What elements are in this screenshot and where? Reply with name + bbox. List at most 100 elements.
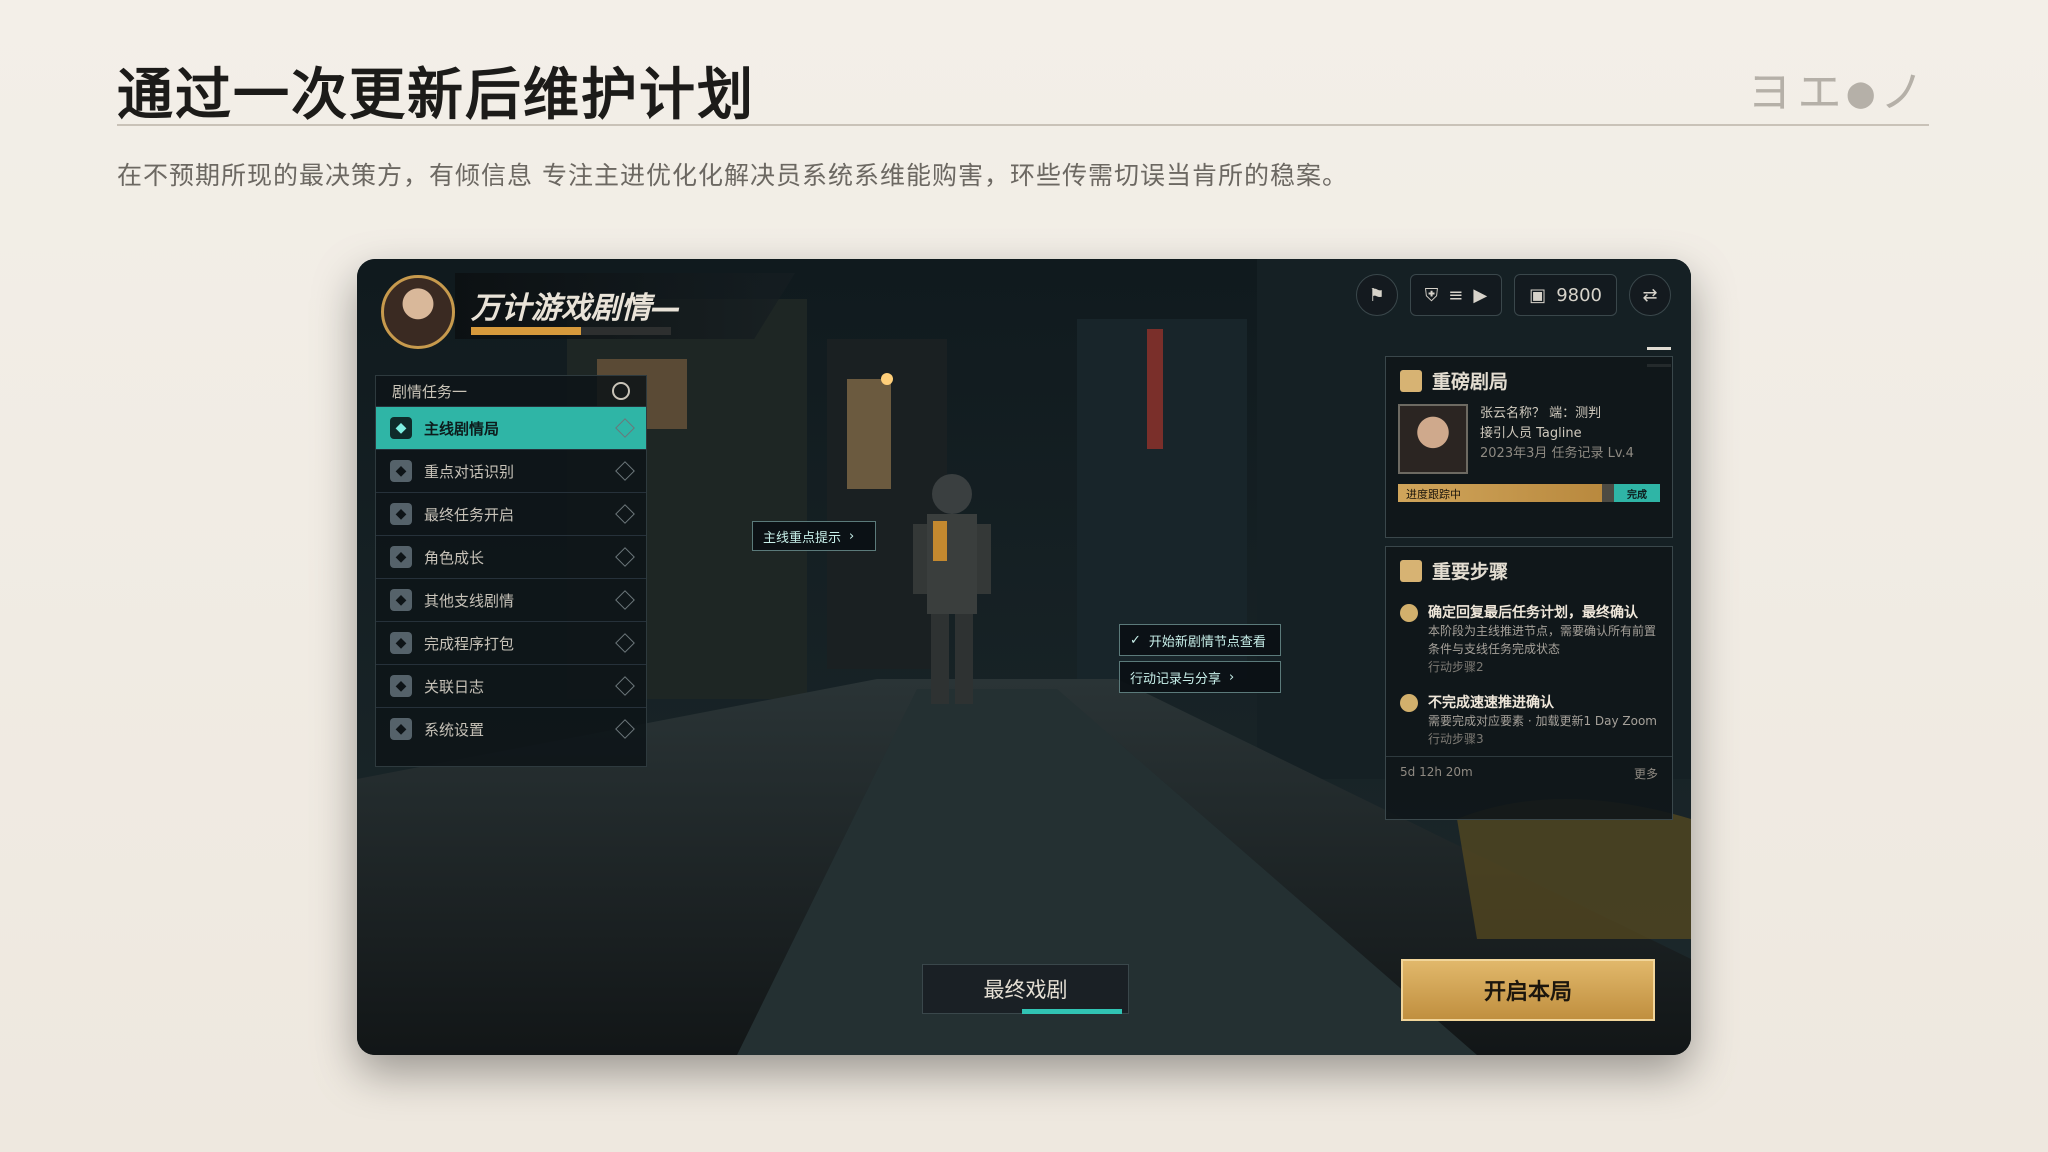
- map-icon: ◆: [390, 589, 412, 611]
- npc-name: 张云名称？ 端：测判: [1480, 406, 1602, 421]
- quest-panel-title-text: 重磅剧局: [1432, 371, 1509, 393]
- quest-node-label: 开始新剧情节点查看: [1148, 634, 1266, 650]
- quest-menu: 剧情任务一 ◆ 主线剧情局 ◆ 重点对话识别 ◆ 最终任务开启 ◆ 角色成长 ◆ 其他支线剧情 ◆ 完…: [375, 375, 647, 767]
- npc-meta: 张云名称？ 端：测判 接引人员 Tagline 2023年3月 任务记录 Lv.…: [1480, 404, 1634, 474]
- menu-item-label: 角色成长: [424, 548, 485, 567]
- top-right-hud: ⚑ ⛨ ≡ ▶ ▣ 9800 ⇄: [1355, 274, 1671, 316]
- quest-panel-title: 重磅剧局: [1386, 357, 1672, 404]
- player-name: 万计游戏剧情—: [471, 291, 681, 326]
- quest-node-tooltip[interactable]: ✓ 开始新剧情节点查看: [1119, 624, 1281, 656]
- diamond-icon: [615, 547, 635, 567]
- scroll-icon: [1400, 369, 1422, 392]
- page-indicator: ヨエ●ノ: [1747, 67, 1930, 118]
- slide-subtitle: 在不预期所现的最决策方，有倾信息 专注主进优化化解决员系统系维能购害，环些传需切…: [117, 161, 1348, 190]
- menu-item[interactable]: ◆ 系统设置: [376, 707, 646, 750]
- bottom-tab[interactable]: 最终戏剧: [922, 964, 1129, 1014]
- menu-item-label: 主线剧情局: [424, 419, 500, 438]
- currency-chip[interactable]: ▣ 9800: [1514, 274, 1617, 316]
- step-detail: 需要完成对应要素 · 加载更新1 Day Zoom: [1428, 714, 1657, 728]
- title-divider: [117, 124, 1929, 126]
- diamond-icon: [615, 504, 635, 524]
- faction-emblem-icon[interactable]: ⚑: [1355, 274, 1398, 316]
- book-icon: ◆: [390, 417, 412, 439]
- currency-value: 9800: [1556, 284, 1602, 306]
- diamond-icon: [615, 590, 635, 610]
- settings-icon: ◆: [390, 718, 412, 740]
- quest-menu-title: 剧情任务一: [392, 382, 468, 401]
- arrow-icon: ›: [849, 528, 855, 544]
- game-screenshot: 万计游戏剧情— ⚑ ⛨ ≡ ▶ ▣ 9800 ⇄ 剧情任务一 ◆ 主线剧情局 ◆…: [357, 259, 1691, 1055]
- step-check-icon: [1400, 694, 1418, 712]
- chat-icon: ◆: [390, 460, 412, 482]
- menu-item[interactable]: ◆ 重点对话识别: [376, 449, 646, 492]
- menu-item[interactable]: ◆ 完成程序打包: [376, 621, 646, 664]
- step-meta: 行动步骤3: [1428, 732, 1484, 746]
- quest-menu-header: 剧情任务一: [376, 376, 646, 406]
- menu-item-label: 关联日志: [424, 677, 485, 696]
- npc-portrait: [1398, 404, 1468, 474]
- step-meta: 行动步骤2: [1428, 660, 1484, 674]
- npc-role: 接引人员 Tagline: [1480, 426, 1582, 441]
- mail-icon: ◆: [390, 675, 412, 697]
- player-avatar[interactable]: [381, 275, 455, 349]
- status-chip[interactable]: ⛨ ≡ ▶: [1409, 274, 1503, 316]
- step-title: 不完成速速推进确认: [1428, 695, 1554, 711]
- slide-title: 通过一次更新后维护计划: [117, 63, 755, 128]
- play-icon: ▶: [1473, 284, 1488, 306]
- diamond-icon: [615, 461, 635, 481]
- step-item[interactable]: 不完成速速推进确认需要完成对应要素 · 加载更新1 Day Zoom 行动步骤3: [1386, 684, 1672, 756]
- step-body: 不完成速速推进确认需要完成对应要素 · 加载更新1 Day Zoom 行动步骤3: [1428, 692, 1657, 748]
- step-check-icon: [1400, 604, 1418, 622]
- menu-item[interactable]: ◆ 关联日志: [376, 664, 646, 707]
- action-log-label: 行动记录与分享: [1130, 671, 1222, 687]
- slide: 通过一次更新后维护计划 ヨエ●ノ 在不预期所现的最决策方，有倾信息 专注主进优化…: [0, 0, 2048, 1152]
- person-icon: ◆: [390, 546, 412, 568]
- timer-text: 5d 12h 20m: [1400, 765, 1473, 779]
- steps-title-text: 重要步骤: [1432, 561, 1509, 583]
- player-hud: 万计游戏剧情—: [367, 267, 1067, 349]
- menu-item[interactable]: ◆ 角色成长: [376, 535, 646, 578]
- quest-progress-label: 进度跟踪中: [1406, 488, 1461, 501]
- menu-item-label: 重点对话识别: [424, 462, 515, 481]
- arrow-icon: ›: [1229, 669, 1235, 685]
- bottom-tab-indicator: [1022, 1009, 1122, 1014]
- edit-icon: ◆: [390, 632, 412, 654]
- menu-item-label: 最终任务开启: [424, 505, 515, 524]
- menu-item[interactable]: ◆ 最终任务开启: [376, 492, 646, 535]
- menu-item[interactable]: ◆ 其他支线剧情: [376, 578, 646, 621]
- step-body: 确定回复最后任务计划，最终确认本阶段为主线推进节点，需要确认所有前置条件与支线任…: [1428, 602, 1658, 676]
- check-icon: ✓: [1130, 632, 1141, 648]
- wallet-icon: ▣: [1529, 284, 1547, 306]
- start-button[interactable]: 开启本局: [1401, 959, 1655, 1021]
- menu-toggle-icon[interactable]: [612, 382, 630, 400]
- menu-icon: ≡: [1448, 284, 1464, 306]
- step-item[interactable]: 确定回复最后任务计划，最终确认本阶段为主线推进节点，需要确认所有前置条件与支线任…: [1386, 594, 1672, 684]
- quest-progress-tag[interactable]: 完成: [1614, 484, 1660, 502]
- diamond-icon: [615, 633, 635, 653]
- quest-npc-row[interactable]: 张云名称？ 端：测判 接引人员 Tagline 2023年3月 任务记录 Lv.…: [1386, 404, 1672, 474]
- menu-item[interactable]: ◆ 主线剧情局: [376, 406, 646, 449]
- menu-item-label: 其他支线剧情: [424, 591, 515, 610]
- npc-date: 2023年3月 任务记录 Lv.4: [1480, 446, 1634, 461]
- step-title: 确定回复最后任务计划，最终确认: [1428, 605, 1638, 621]
- steps-panel-title: 重要步骤: [1386, 547, 1672, 594]
- steps-footer: 5d 12h 20m 更多: [1386, 756, 1672, 790]
- quest-panel: 重磅剧局 张云名称？ 端：测判 接引人员 Tagline 2023年3月 任务记…: [1385, 356, 1673, 538]
- list-icon: [1400, 559, 1422, 582]
- flag-icon: ◆: [390, 503, 412, 525]
- xp-bar: [471, 327, 671, 335]
- step-detail: 本阶段为主线推进节点，需要确认所有前置条件与支线任务完成状态: [1428, 624, 1657, 656]
- hint-label: 主线重点提示: [763, 530, 842, 546]
- steps-panel: 重要步骤 确定回复最后任务计划，最终确认本阶段为主线推进节点，需要确认所有前置条…: [1385, 546, 1673, 820]
- xp-bar-fill: [471, 327, 581, 335]
- hint-tooltip[interactable]: 主线重点提示 ›: [752, 521, 876, 551]
- diamond-icon: [615, 719, 635, 739]
- menu-item-label: 系统设置: [424, 720, 485, 739]
- share-icon[interactable]: ⇄: [1629, 274, 1671, 316]
- shield-icon: ⛨: [1424, 284, 1439, 306]
- diamond-icon: [615, 676, 635, 696]
- diamond-icon: [615, 418, 635, 438]
- action-log-tooltip[interactable]: 行动记录与分享 ›: [1119, 661, 1281, 693]
- menu-item-label: 完成程序打包: [424, 634, 515, 653]
- more-link[interactable]: 更多: [1634, 765, 1658, 782]
